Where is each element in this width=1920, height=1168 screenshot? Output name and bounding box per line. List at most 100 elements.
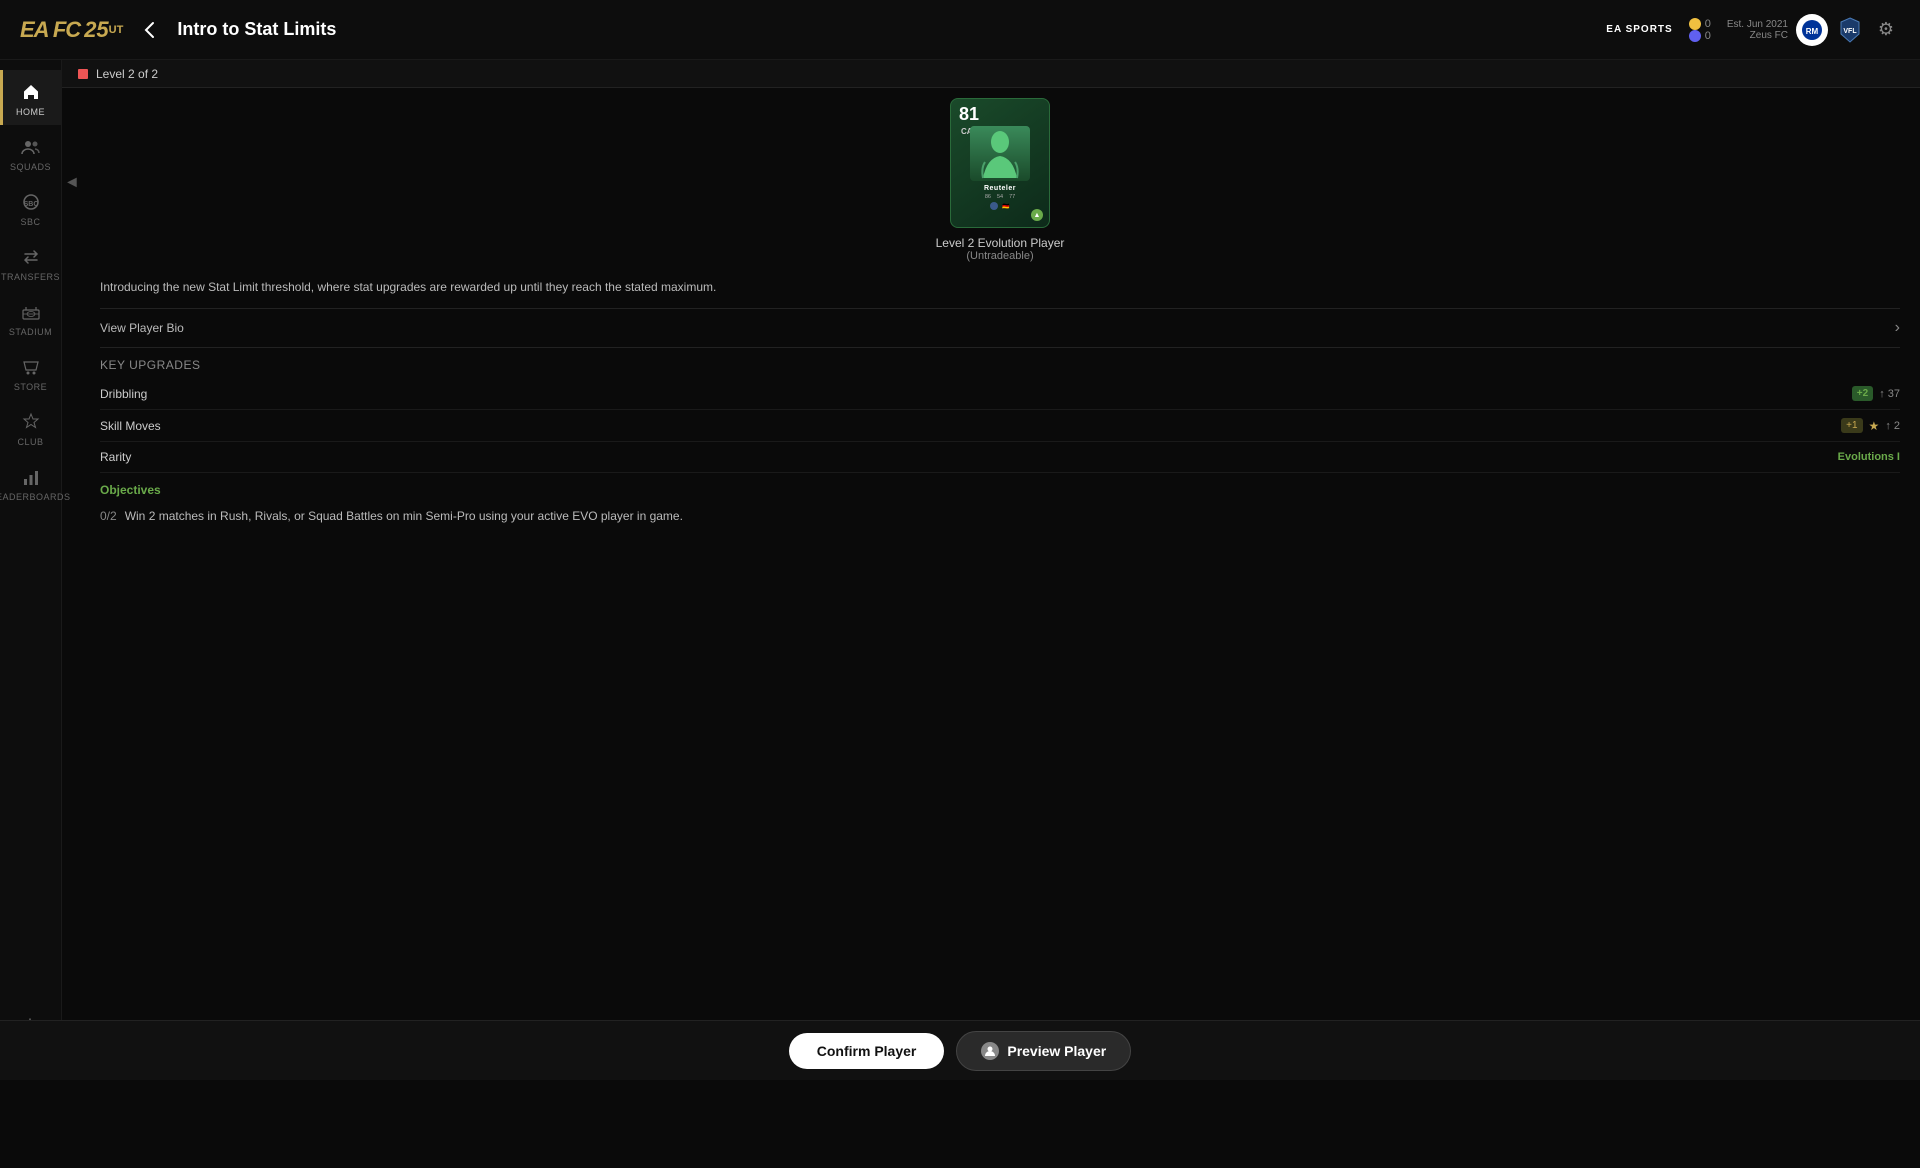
level-indicator [78, 69, 88, 79]
sidebar-home-label: Home [16, 107, 45, 117]
player-card-label: Level 2 Evolution Player [936, 236, 1065, 250]
card-player-image [970, 126, 1030, 181]
card-stats-row: 86 54 77 [985, 194, 1015, 200]
preview-icon [981, 1042, 999, 1060]
coins-value: 0 [1705, 18, 1711, 30]
objective-text-1: Win 2 matches in Rush, Rivals, or Squad … [125, 509, 683, 523]
card-flags: 🇩🇪 [990, 202, 1009, 210]
sidebar-item-club[interactable]: Club [0, 400, 61, 455]
svg-text:RM: RM [1806, 27, 1819, 36]
leaderboards-icon [19, 465, 43, 489]
vfl-badge: VFL [1836, 16, 1864, 44]
sidebar-item-leaderboards[interactable]: Leaderboards [0, 455, 61, 510]
est-info: Est. Jun 2021 Zeus FC [1727, 19, 1788, 41]
user-info: Est. Jun 2021 Zeus FC RM VFL ⚙ [1727, 14, 1900, 46]
back-button[interactable] [139, 19, 161, 41]
top-bar-left: EA FC 25 UT Intro to Stat Limits [20, 17, 336, 43]
coins-row: 0 [1689, 18, 1711, 30]
points-row: 0 [1689, 30, 1711, 42]
upgrade-row-dribbling: Dribbling +2 ↑ 37 [100, 378, 1900, 410]
card-stat-1: 86 [985, 194, 991, 200]
logo-text: EA FC [20, 17, 80, 43]
coin-icon [1689, 18, 1701, 30]
evolutions-label: Evolutions I [1838, 451, 1900, 463]
top-bar-right: EA SPORTS 0 0 Est. Jun 2021 Zeus FC RM [1606, 14, 1900, 46]
card-rating: 81 [959, 105, 979, 123]
description-text: Introducing the new Stat Limit threshold… [100, 278, 1000, 296]
skill-moves-value: ↑ 2 [1885, 420, 1900, 432]
dribbling-value: ↑ 37 [1879, 388, 1900, 400]
bottom-bar: Confirm Player Preview Player [0, 1020, 1920, 1080]
left-arrow-button[interactable]: ◄ [62, 168, 82, 198]
level-text: Level 2 of 2 [96, 67, 158, 81]
preview-player-label: Preview Player [1007, 1043, 1106, 1059]
sbc-icon: SBC [19, 190, 43, 214]
home-icon [19, 80, 43, 104]
card-player-name: Reuteler [984, 185, 1016, 192]
club-name: Zeus FC [1727, 30, 1788, 41]
upgrade-label-rarity: Rarity [100, 450, 131, 464]
logo: EA FC 25 UT [20, 17, 123, 43]
card-flag [990, 202, 998, 210]
sidebar-item-stadium[interactable]: Stadium [0, 290, 61, 345]
view-bio-row[interactable]: View Player Bio › [100, 308, 1900, 348]
svg-text:VFL: VFL [1843, 28, 1857, 35]
star-icon: ★ [1869, 419, 1880, 433]
card-country: 🇩🇪 [1002, 203, 1009, 210]
upgrade-row-rarity: Rarity Evolutions I [100, 442, 1900, 473]
view-bio-label: View Player Bio [100, 321, 184, 335]
ea-sports-logo: EA SPORTS [1606, 24, 1672, 35]
logo-ut: UT [109, 24, 124, 36]
points-icon [1689, 30, 1701, 42]
top-bar: EA FC 25 UT Intro to Stat Limits EA SPOR… [0, 0, 1920, 60]
sidebar-item-squads[interactable]: Squads [0, 125, 61, 180]
squads-icon [19, 135, 43, 159]
upgrade-label-skill-moves: Skill Moves [100, 419, 161, 433]
objective-row-1: 0/2 Win 2 matches in Rush, Rivals, or Sq… [100, 503, 1900, 529]
sidebar-leaderboards-label: Leaderboards [0, 492, 71, 502]
page-title: Intro to Stat Limits [177, 19, 336, 40]
coins-info: 0 0 [1689, 18, 1711, 42]
club-icon [19, 410, 43, 434]
svg-text:SBC: SBC [23, 201, 38, 208]
logo-number: 25 [84, 17, 108, 43]
club-badge: RM [1796, 14, 1828, 46]
est-date: Est. Jun 2021 [1727, 19, 1788, 30]
upgrade-right-rarity: Evolutions I [1838, 451, 1900, 463]
preview-player-button[interactable]: Preview Player [956, 1031, 1131, 1071]
sidebar-item-store[interactable]: Store [0, 345, 61, 400]
sidebar-sbc-label: SBC [20, 217, 40, 227]
card-evo-badge: ▲ [1031, 209, 1043, 221]
card-stat-3: 77 [1009, 194, 1015, 200]
sidebar: Home Squads SBC SBC Transfe [0, 60, 62, 1080]
key-upgrades-header: Key Upgrades [100, 348, 1900, 378]
skill-moves-badge: +1 [1841, 418, 1862, 433]
sidebar-transfers-label: Transfers [1, 272, 60, 282]
sidebar-club-label: Club [17, 437, 43, 447]
sidebar-squads-label: Squads [10, 162, 51, 172]
player-card: 81 CAM Reuteler 86 54 77 [950, 98, 1050, 228]
main-content: 81 CAM Reuteler 86 54 77 [80, 88, 1920, 1020]
objectives-header: Objectives [100, 473, 1900, 503]
upgrade-right-dribbling: +2 ↑ 37 [1852, 386, 1900, 401]
chevron-right-icon: › [1895, 319, 1900, 337]
upgrade-row-skill-moves: Skill Moves +1 ★ ↑ 2 [100, 410, 1900, 442]
objective-progress-1: 0/2 [100, 509, 117, 523]
upgrade-right-skill-moves: +1 ★ ↑ 2 [1841, 418, 1900, 433]
store-icon [19, 355, 43, 379]
header-settings-icon[interactable]: ⚙ [1872, 16, 1900, 44]
player-card-area: 81 CAM Reuteler 86 54 77 [100, 98, 1900, 262]
points-value: 0 [1705, 30, 1711, 42]
level-bar: Level 2 of 2 [62, 60, 1920, 88]
sidebar-item-sbc[interactable]: SBC SBC [0, 180, 61, 235]
arrow-nav: ◄ [62, 88, 80, 1168]
sidebar-store-label: Store [14, 382, 47, 392]
sidebar-item-transfers[interactable]: Transfers [0, 235, 61, 290]
card-stat-2: 54 [997, 194, 1003, 200]
dribbling-badge: +2 [1852, 386, 1873, 401]
player-card-sublabel: (Untradeable) [966, 250, 1033, 262]
confirm-player-button[interactable]: Confirm Player [789, 1033, 945, 1069]
sidebar-item-home[interactable]: Home [0, 70, 61, 125]
transfers-icon [19, 245, 43, 269]
stadium-icon [19, 300, 43, 324]
